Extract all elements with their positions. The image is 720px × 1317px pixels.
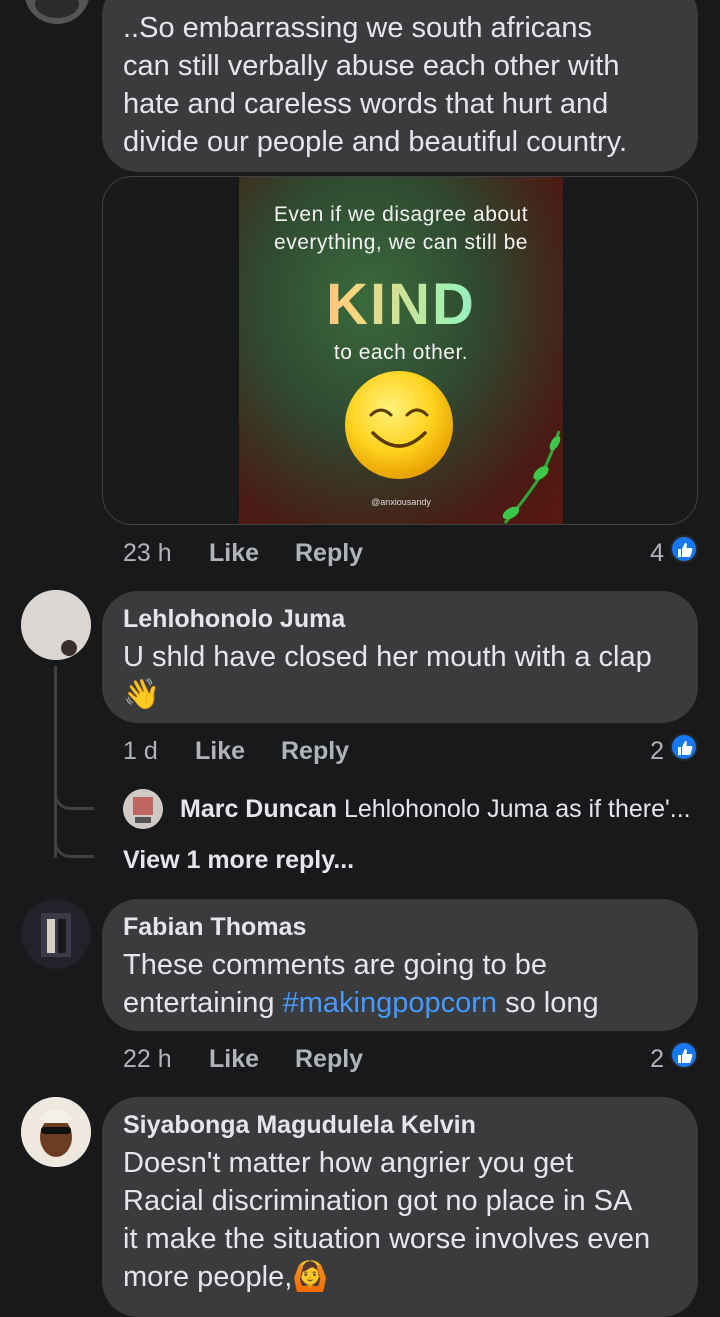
reaction-count[interactable]: 2 <box>620 1045 664 1074</box>
like-button[interactable]: Like <box>209 539 259 568</box>
thumbs-up-icon <box>670 535 698 563</box>
reaction-count[interactable]: 4 <box>620 539 664 568</box>
avatar[interactable] <box>21 590 91 660</box>
image-attachment[interactable]: Even if we disagree about everything, we… <box>102 176 698 525</box>
reply-author[interactable]: Marc Duncan <box>180 795 337 823</box>
poster-big-word: KIND <box>239 271 563 338</box>
reply-text: Lehlohonolo Juma as if there'... <box>343 795 691 823</box>
clap-emoji: 👋 <box>123 678 161 711</box>
view-more-replies[interactable]: View 1 more reply... <box>123 846 354 875</box>
gesture-emoji: 🙆 <box>292 1261 329 1293</box>
poster-line-3: to each other. <box>333 341 469 364</box>
thread-branch <box>54 818 94 858</box>
comment-bubble: ..So embarrassing we south africans can … <box>102 0 698 172</box>
avatar[interactable] <box>24 0 90 24</box>
like-button[interactable]: Like <box>195 737 245 766</box>
poster-line-1: Even if we disagree about <box>273 203 529 226</box>
poster-line-2: everything, we can still be <box>274 231 528 254</box>
smiley-icon <box>345 371 453 479</box>
comment-bubble: Siyabonga Magudulela Kelvin Doesn't matt… <box>102 1097 698 1317</box>
thread-branch <box>54 770 94 810</box>
avatar[interactable] <box>21 899 91 969</box>
comment-text: Doesn't matter how angrier you get Racia… <box>123 1147 651 1293</box>
reply-button[interactable]: Reply <box>281 737 349 766</box>
comment-text: These comments are going to be entertain… <box>123 949 599 1019</box>
comment-time: 1 d <box>123 737 158 765</box>
avatar[interactable] <box>21 1097 91 1167</box>
reply-button[interactable]: Reply <box>295 1045 363 1074</box>
comment-author[interactable]: Lehlohonolo Juma <box>123 605 345 634</box>
reply-button[interactable]: Reply <box>295 539 363 568</box>
comment-time: 23 h <box>123 539 172 567</box>
reaction-count[interactable]: 2 <box>620 737 664 766</box>
reply-preview[interactable]: Marc Duncan Lehlohonolo Juma as if there… <box>180 795 691 824</box>
poster-credit: @anxiousandy <box>371 497 431 507</box>
like-button[interactable]: Like <box>209 1045 259 1074</box>
comment-bubble: Fabian Thomas These comments are going t… <box>102 899 698 1031</box>
kind-poster: Even if we disagree about everything, we… <box>239 177 563 524</box>
comment-bubble: Lehlohonolo Juma U shld have closed her … <box>102 591 698 723</box>
vine-decoration <box>502 430 561 524</box>
comment-author[interactable]: Siyabonga Magudulela Kelvin <box>123 1111 476 1140</box>
hashtag-link[interactable]: #makingpopcorn <box>283 987 497 1019</box>
comment-text: ..So embarrassing we south africans can … <box>123 12 628 158</box>
thumbs-up-icon <box>670 733 698 761</box>
comment-text: U shld have closed her mouth with a clap <box>123 641 652 673</box>
reply-avatar[interactable] <box>123 789 163 829</box>
thumbs-up-icon <box>670 1041 698 1069</box>
comment-time: 22 h <box>123 1045 172 1073</box>
comment-author[interactable]: Fabian Thomas <box>123 913 306 942</box>
